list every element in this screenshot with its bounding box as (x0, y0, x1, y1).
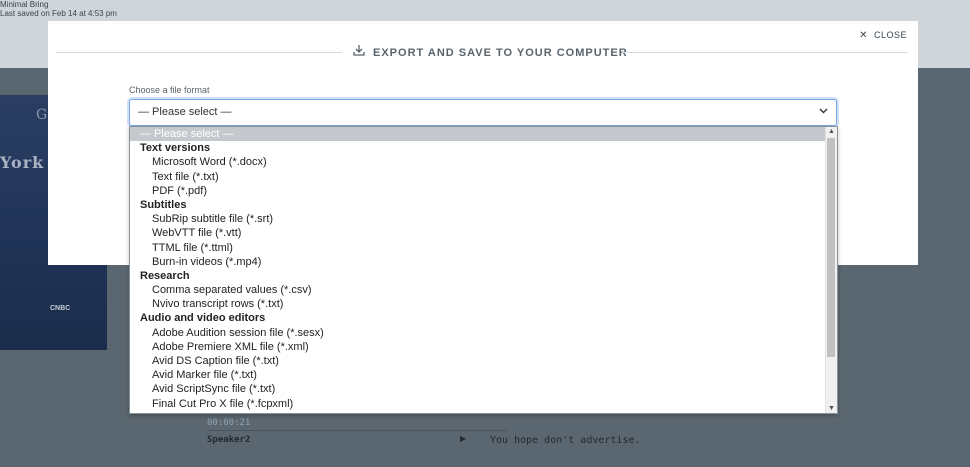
file-format-option[interactable]: PDF (*.pdf) (130, 184, 826, 198)
option-placeholder[interactable]: — Please select — (130, 127, 826, 142)
option-group-label: Research (140, 269, 190, 282)
file-format-option[interactable]: WebVTT file (*.vtt) (130, 226, 826, 240)
transcript-text[interactable]: You hope don't advertise. (490, 435, 641, 446)
file-format-option[interactable]: Adobe Premiere XML file (*.xml) (130, 340, 826, 354)
file-format-option[interactable]: Avid Marker file (*.txt) (130, 368, 826, 382)
modal-title-text: EXPORT AND SAVE TO YOUR COMPUTER (373, 47, 628, 59)
scrollbar-thumb[interactable] (827, 138, 835, 357)
transcript-divider (207, 430, 507, 431)
download-icon (353, 45, 367, 59)
file-format-option[interactable]: Burn-in videos (*.mp4) (130, 255, 826, 269)
file-format-option[interactable]: Avid DS Caption file (*.txt) (130, 354, 826, 368)
close-label: CLOSE (873, 30, 907, 40)
header-rule-left (56, 52, 342, 53)
video-logo-top: G (36, 107, 48, 123)
speaker-label[interactable]: Speaker2 (207, 435, 250, 445)
close-icon: ✕ (859, 30, 868, 41)
close-button[interactable]: ✕ CLOSE (859, 30, 907, 41)
option-group-label: Subtitles (140, 198, 187, 211)
header-rule-right (622, 52, 908, 53)
scroll-down-icon[interactable]: ▼ (828, 405, 835, 412)
chevron-down-icon (819, 106, 828, 117)
file-format-option[interactable]: Adobe Audition session file (*.sesx) (130, 326, 826, 340)
transcript-timestamp[interactable]: 00:00:21 (207, 418, 250, 428)
dropdown-options: — Please select — Text versions Microsoft… (130, 127, 826, 411)
file-format-dropdown[interactable]: — Please select — Text versions Microsoft… (129, 126, 838, 414)
file-format-select[interactable]: — Please select — (129, 99, 837, 126)
file-format-option[interactable]: Avid ScriptSync file (*.txt) (130, 382, 826, 396)
select-value: — Please select — (138, 106, 232, 118)
file-format-option[interactable]: Text file (*.txt) (130, 170, 826, 184)
modal-header: EXPORT AND SAVE TO YOUR COMPUTER (56, 43, 908, 61)
last-saved-text: Last saved on Feb 14 at 4:53 pm (0, 9, 117, 18)
file-format-option[interactable]: Comma separated values (*.csv) (130, 283, 826, 297)
file-format-option[interactable]: Microsoft Word (*.docx) (130, 155, 826, 169)
file-format-option[interactable]: Nvivo transcript rows (*.txt) (130, 297, 826, 311)
file-format-option[interactable]: SubRip subtitle file (*.srt) (130, 212, 826, 226)
dropdown-scrollbar[interactable]: ▲ ▼ (825, 127, 837, 413)
file-format-label: Choose a file format (129, 85, 210, 95)
option-group-label: Audio and video editors (140, 312, 266, 325)
scroll-up-icon[interactable]: ▲ (828, 128, 835, 135)
file-format-option[interactable]: Final Cut Pro X file (*.fcpxml) (130, 397, 826, 411)
file-format-option[interactable]: TTML file (*.ttml) (130, 241, 826, 255)
document-title-fragment: Minimal Bring (0, 0, 49, 9)
network-logo: CNBC (50, 305, 71, 312)
modal-title: EXPORT AND SAVE TO YOUR COMPUTER (353, 45, 628, 59)
play-icon[interactable]: ▶ (460, 434, 466, 443)
option-group-label: Text versions (140, 142, 211, 155)
